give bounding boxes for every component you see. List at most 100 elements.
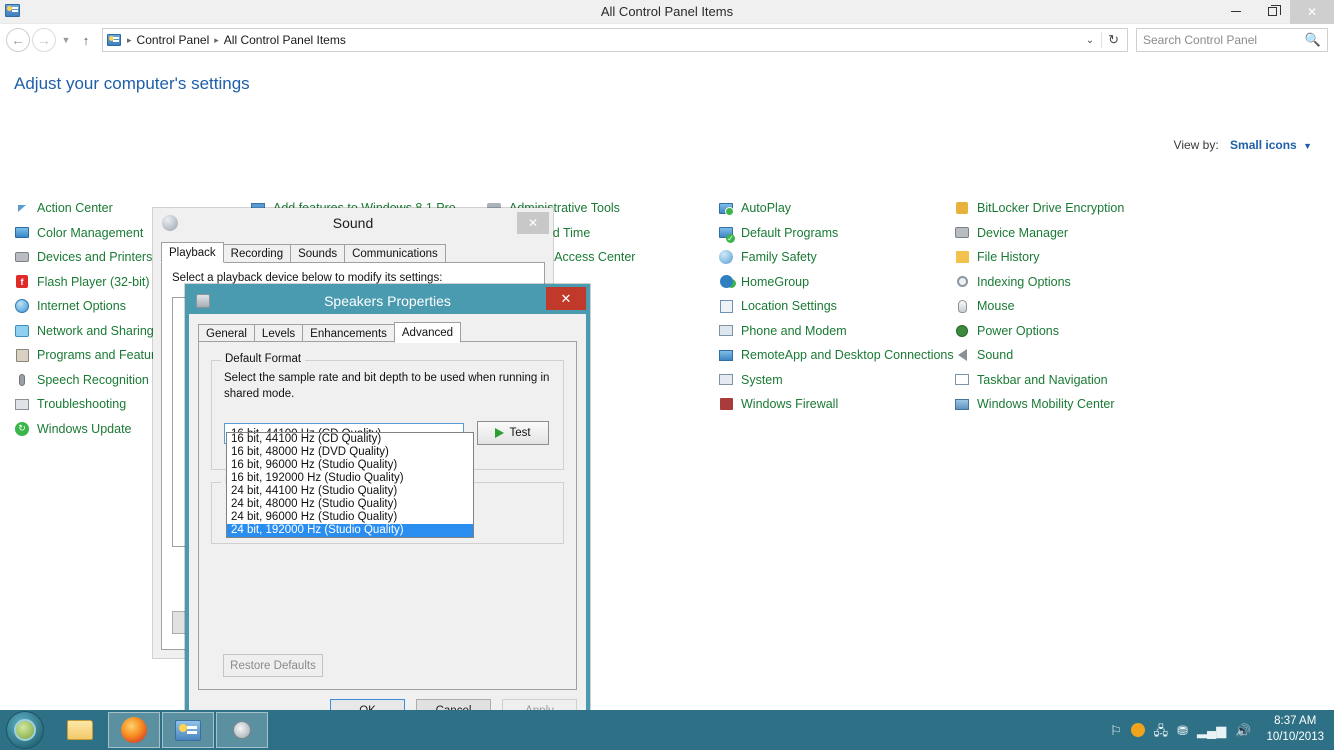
troubleshoot-icon [14, 396, 30, 412]
play-icon [495, 428, 505, 438]
view-by-control: View by: Small icons ▼ [1174, 138, 1312, 152]
address-bar: ← → ▼ ↑ ▸ Control Panel ▸ All Control Pa… [0, 24, 1334, 56]
dropdown-option-selected[interactable]: 24 bit, 192000 Hz (Studio Quality) [227, 524, 473, 537]
minimize-button[interactable] [1218, 0, 1254, 24]
taskbar-file-explorer[interactable] [54, 712, 106, 748]
address-dropdown-icon[interactable]: ⌄ [1079, 35, 1101, 46]
tab-communications[interactable]: Communications [344, 244, 446, 263]
cp-item-autoplay[interactable]: AutoPlay [718, 196, 956, 221]
search-placeholder: Search Control Panel [1143, 33, 1258, 47]
cp-item-default-programs[interactable]: Default Programs [718, 221, 956, 246]
taskbar-firefox[interactable] [108, 712, 160, 748]
content-area: Adjust your computer's settings View by:… [0, 56, 1334, 734]
tab-advanced[interactable]: Advanced [393, 322, 462, 343]
system-tray: ⚐ 🖧 ⛃ ▂▄▆ 🔊 8:37 AM 10/10/2013 [1110, 714, 1334, 745]
cp-item-bitlocker[interactable]: BitLocker Drive Encryption [954, 196, 1204, 221]
power-icon [954, 323, 970, 339]
search-icon[interactable]: 🔍 [1305, 32, 1321, 48]
dropdown-option[interactable]: 16 bit, 48000 Hz (DVD Quality) [227, 446, 473, 459]
cp-item-remoteapp[interactable]: RemoteApp and Desktop Connections [718, 343, 956, 368]
flag-icon [14, 200, 30, 216]
breadcrumb-all-items[interactable]: All Control Panel Items [221, 33, 349, 47]
tab-playback[interactable]: Playback [161, 242, 224, 263]
forward-button[interactable]: → [32, 28, 56, 52]
cp-item-system[interactable]: System [718, 368, 956, 393]
dropdown-option[interactable]: 24 bit, 44100 Hz (Studio Quality) [227, 485, 473, 498]
printer-icon [14, 249, 30, 265]
volume-icon[interactable]: 🔊 [1235, 724, 1251, 737]
close-button[interactable]: ✕ [1290, 0, 1334, 24]
cp-item-label: Default Programs [741, 225, 839, 240]
cp-item-label: AutoPlay [741, 201, 792, 216]
restore-button[interactable] [1254, 0, 1290, 24]
dropdown-option[interactable]: 16 bit, 96000 Hz (Studio Quality) [227, 459, 473, 472]
tab-sounds[interactable]: Sounds [290, 244, 346, 263]
cp-item-label: Internet Options [37, 299, 126, 314]
cp-item-label: System [741, 372, 783, 387]
cp-item-label: Indexing Options [977, 274, 1071, 289]
speakers-dialog-close-button[interactable]: ✕ [546, 287, 586, 310]
firefox-icon [121, 717, 147, 743]
network-icon [14, 323, 30, 339]
dropdown-option[interactable]: 24 bit, 96000 Hz (Studio Quality) [227, 511, 473, 524]
sound-dialog-close-button[interactable]: ✕ [517, 212, 549, 234]
restore-defaults-button[interactable]: Restore Defaults [223, 654, 323, 677]
taskbar-control-panel[interactable] [162, 712, 214, 748]
cp-item-label: HomeGroup [741, 274, 810, 289]
tab-recording[interactable]: Recording [222, 244, 292, 263]
cp-item-homegroup[interactable]: HomeGroup [718, 270, 956, 295]
cp-item-device-manager[interactable]: Device Manager [954, 221, 1204, 246]
clock[interactable]: 8:37 AM 10/10/2013 [1266, 714, 1324, 745]
cp-item-label: Troubleshooting [37, 397, 127, 412]
flag-icon[interactable]: ⚐ [1110, 724, 1122, 737]
homegroup-icon [718, 274, 734, 290]
dropdown-option[interactable]: 16 bit, 192000 Hz (Studio Quality) [227, 472, 473, 485]
cp-item-windows-mobility-center[interactable]: Windows Mobility Center [954, 392, 1204, 417]
cp-item-file-history[interactable]: File History [954, 245, 1204, 270]
network-share-icon[interactable]: 🖧 [1154, 724, 1169, 737]
sound-dialog-titlebar: Sound ✕ [153, 208, 553, 238]
chevron-down-icon[interactable]: ▼ [1303, 141, 1312, 151]
sound-dialog-tabs: Playback Recording Sounds Communications [161, 242, 545, 263]
breadcrumb-control-panel[interactable]: Control Panel [134, 33, 213, 47]
taskbar-sound[interactable] [216, 712, 268, 748]
file-history-icon [954, 249, 970, 265]
cp-item-power-options[interactable]: Power Options [954, 319, 1204, 344]
cp-item-indexing-options[interactable]: Indexing Options [954, 270, 1204, 295]
cp-item-location-settings[interactable]: Location Settings [718, 294, 956, 319]
sound-dialog-title: Sound [332, 215, 374, 231]
up-button[interactable]: ↑ [76, 33, 96, 48]
test-button[interactable]: Test [477, 421, 549, 445]
dropdown-option[interactable]: 16 bit, 44100 Hz (CD Quality) [227, 433, 473, 446]
usb-icon[interactable]: ⛃ [1177, 724, 1188, 737]
flash-icon: f [14, 274, 30, 290]
breadcrumb[interactable]: ▸ Control Panel ▸ All Control Panel Item… [102, 28, 1128, 52]
cp-item-windows-firewall[interactable]: Windows Firewall [718, 392, 956, 417]
action-center-icon[interactable] [1130, 723, 1145, 737]
bitlocker-icon [954, 200, 970, 216]
refresh-icon[interactable]: ↻ [1101, 32, 1125, 48]
system-icon [718, 372, 734, 388]
view-by-value[interactable]: Small icons [1230, 138, 1297, 152]
start-button[interactable] [6, 711, 44, 749]
recent-locations-icon[interactable]: ▼ [58, 35, 74, 45]
sound-icon [954, 347, 970, 363]
cp-item-mouse[interactable]: Mouse [954, 294, 1204, 319]
cp-item-label: File History [977, 250, 1040, 265]
remoteapp-icon [718, 347, 734, 363]
cp-item-sound[interactable]: Sound [954, 343, 1204, 368]
cp-item-family-safety[interactable]: Family Safety [718, 245, 956, 270]
speaker-icon [229, 719, 255, 741]
page-title: Adjust your computer's settings [14, 74, 250, 93]
dropdown-option[interactable]: 24 bit, 48000 Hz (Studio Quality) [227, 498, 473, 511]
cp-item-phone-and-modem[interactable]: Phone and Modem [718, 319, 956, 344]
folder-icon [67, 720, 93, 740]
signal-icon[interactable]: ▂▄▆ [1197, 724, 1226, 737]
breadcrumb-control-panel-icon [107, 34, 121, 46]
cp-item-taskbar-and-navigation[interactable]: Taskbar and Navigation [954, 368, 1204, 393]
cp-item-label: Mouse [977, 299, 1015, 314]
sample-rate-dropdown-list[interactable]: 16 bit, 44100 Hz (CD Quality) 16 bit, 48… [226, 432, 474, 538]
device-manager-icon [954, 225, 970, 241]
search-input[interactable]: Search Control Panel 🔍 [1136, 28, 1328, 52]
back-button[interactable]: ← [6, 28, 30, 52]
